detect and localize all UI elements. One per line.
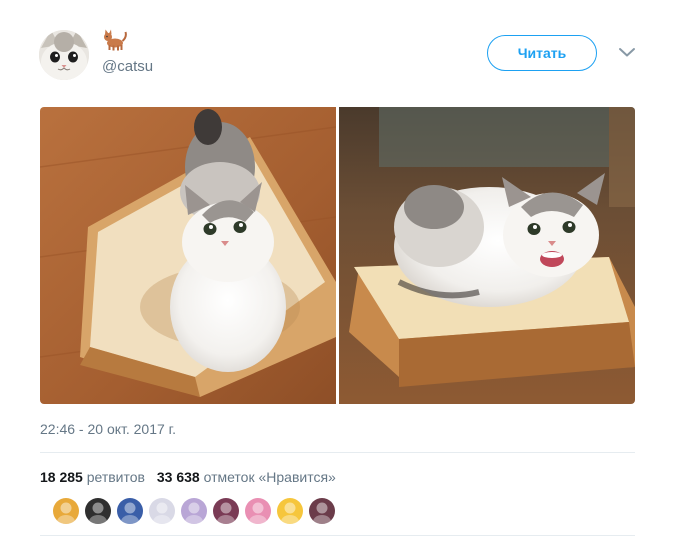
retweets-label: ретвитов xyxy=(86,469,145,485)
liker-avatar-8[interactable] xyxy=(277,498,303,524)
tweet-stats: 18 285 ретвитов 33 638 отметок «Нравится… xyxy=(40,469,344,485)
liker-avatar-6[interactable] xyxy=(213,498,239,524)
tweet-media xyxy=(40,107,635,404)
liker-avatar-9[interactable] xyxy=(309,498,335,524)
liker-avatar-3[interactable] xyxy=(117,498,143,524)
cat-emoji-icon xyxy=(104,29,127,51)
chevron-down-icon[interactable] xyxy=(618,46,636,58)
retweets-stat[interactable]: 18 285 ретвитов xyxy=(40,469,145,485)
liker-avatar-1[interactable] xyxy=(53,498,79,524)
likes-stat[interactable]: 33 638 отметок «Нравится» xyxy=(157,469,336,485)
likes-count: 33 638 xyxy=(156,469,200,485)
cat-on-bread-photo-1[interactable] xyxy=(40,107,336,404)
likes-label: отметок «Нравится» xyxy=(203,469,336,485)
divider xyxy=(40,535,635,536)
divider xyxy=(40,452,635,453)
display-name[interactable] xyxy=(102,28,128,57)
liker-avatar-7[interactable] xyxy=(245,498,271,524)
liker-avatar-4[interactable] xyxy=(149,498,175,524)
retweets-count: 18 285 xyxy=(40,469,83,485)
cat-on-bread-photo-2[interactable] xyxy=(339,107,635,404)
avatar[interactable] xyxy=(39,30,89,80)
liker-avatar-2[interactable] xyxy=(85,498,111,524)
tweet-timestamp[interactable]: 22:46 - 20 окт. 2017 г. xyxy=(40,421,176,437)
user-handle[interactable]: @catsu xyxy=(102,58,153,75)
liker-avatar-5[interactable] xyxy=(181,498,207,524)
follow-button[interactable]: Читать xyxy=(487,35,597,71)
